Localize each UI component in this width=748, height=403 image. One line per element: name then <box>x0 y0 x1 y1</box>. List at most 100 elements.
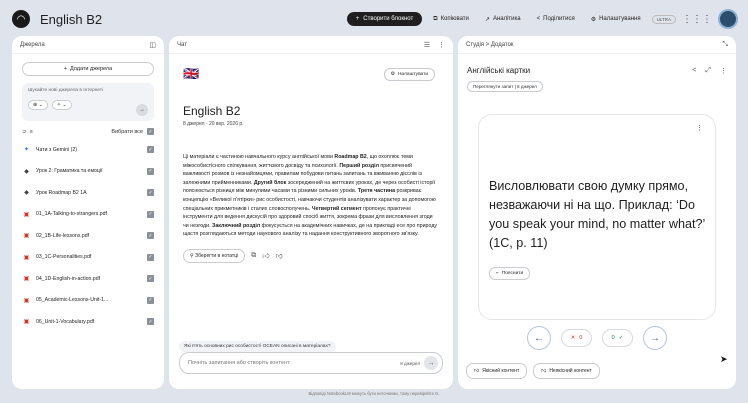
plus-icon: + <box>355 16 360 22</box>
list-item[interactable]: ◆ Урок 2: Граматика та емоції ✓ <box>22 161 154 183</box>
thumbs-up-icon[interactable]: 👍︎ <box>262 251 269 260</box>
top-bar: ◠ English B2 + Створити блокнот ⧉ Копіюват… <box>0 0 748 38</box>
pdf-icon: ▣ <box>23 297 30 304</box>
chat-title: English B2 <box>183 104 241 118</box>
source-list: ✦ Чати з Gemini (2) ✓ ◆ Урок 2: Граматика т… <box>12 137 164 335</box>
source-checkbox[interactable]: ✓ <box>147 189 154 197</box>
research-mode-dropdown[interactable]: ✧ ⌄ <box>51 100 72 110</box>
pdf-icon: ▣ <box>23 254 30 261</box>
source-checkbox[interactable]: ✓ <box>147 318 154 326</box>
avatar[interactable] <box>718 9 738 29</box>
gemini-icon: ✦ <box>23 147 30 154</box>
flashcard-nav: ← ✕ 0 0 ✓ → <box>458 326 736 350</box>
apps-grid-icon[interactable]: ⋮⋮⋮ <box>682 14 712 25</box>
pdf-icon: ▣ <box>23 319 30 326</box>
collapse-panel-icon[interactable]: ◫ <box>149 41 156 49</box>
web-source-search[interactable]: Шукайте нові джерела в Інтернеті ⊕ ⌄ ✧ ⌄… <box>22 83 154 121</box>
mouse-cursor-icon: ➤ <box>720 354 728 364</box>
review-prompt-button[interactable]: Переглянути запит | 8 джерел <box>467 81 543 92</box>
list-item[interactable]: ◆ Урок Roadmap B2 1A ✓ <box>22 182 154 204</box>
source-checkbox[interactable]: ✓ <box>147 167 154 175</box>
chat-header: Чат <box>177 41 187 48</box>
source-checkbox[interactable]: ✓ <box>147 253 154 261</box>
check-icon: ✓ <box>618 335 624 341</box>
chat-input-box[interactable]: Почніть запитання або створіть контент 8… <box>179 352 443 374</box>
flashcard[interactable]: ⋮ Висловлювати свою думку прямо, незважа… <box>478 114 716 320</box>
list-item[interactable]: ▣ 05_Academic-Lessons-Unit-1... ✓ <box>22 290 154 312</box>
gear-icon: ⚙ <box>590 16 597 23</box>
analytics-button[interactable]: ↗ Аналітика <box>480 13 526 26</box>
pdf-icon: ▣ <box>23 233 30 240</box>
add-sources-button[interactable]: + Додати джерела <box>22 62 154 76</box>
share-button[interactable]: < Поділитися <box>532 13 580 25</box>
analytics-icon: ↗ <box>484 16 490 23</box>
wrong-count-button[interactable]: ✕ 0 <box>561 329 592 347</box>
fullscreen-icon[interactable]: ⤢ <box>705 67 711 75</box>
next-arrow-icon[interactable]: → <box>643 326 667 350</box>
flashcard-text: Висловлювати свою думку прямо, незважаюч… <box>489 179 705 250</box>
tune-icon[interactable]: ☰ <box>424 41 430 49</box>
pdf-icon: ▣ <box>23 211 30 218</box>
more-vert-icon[interactable]: ⋮ <box>696 124 703 132</box>
plus-icon: + <box>63 66 68 72</box>
thumbs-up-icon: 👍︎ <box>474 368 480 374</box>
share-icon[interactable]: < <box>692 67 696 75</box>
select-all-checkbox[interactable]: ✓ <box>147 128 154 135</box>
sources-panel: Джерела ◫ + Додати джерела Шукайте нові д… <box>12 36 164 389</box>
sources-header: Джерела <box>20 41 45 48</box>
note-icon: ◆ <box>24 168 29 175</box>
explain-icon: ⌐ <box>496 271 499 276</box>
notebooklm-logo-icon[interactable]: ◠ <box>12 10 30 28</box>
tree-icon[interactable]: ⊃ <box>22 129 27 135</box>
list-item[interactable]: ▣ 02_1B-Life-lessons.pdf ✓ <box>22 225 154 247</box>
source-checkbox[interactable]: ✓ <box>147 296 154 304</box>
list-item[interactable]: ▣ 04_1D-English-in-action.pdf ✓ <box>22 268 154 290</box>
suggested-question[interactable]: Які п'ять основних рис особистості OCEAN… <box>179 341 336 352</box>
notebook-summary: Ці матеріали є частиною навчального курс… <box>183 154 438 238</box>
sparkle-icon: ✧ <box>56 102 61 108</box>
bad-content-button[interactable]: 👎︎ Неякісний контент <box>533 363 600 379</box>
list-item[interactable]: ▣ 03_1C-Personalities.pdf ✓ <box>22 247 154 269</box>
notebook-title[interactable]: English B2 <box>40 12 102 27</box>
save-to-note-button[interactable]: ⚲ Зберегти в нотатці <box>183 248 246 263</box>
select-all-row: ⊃ ≡ Вибрати все ✓ <box>12 121 164 137</box>
list-item[interactable]: ▣ 01_1A-Talking-to-strangers.pdf ✓ <box>22 204 154 226</box>
plan-badge: ULTRA <box>651 14 676 24</box>
source-checkbox[interactable]: ✓ <box>147 146 154 154</box>
source-checkbox[interactable]: ✓ <box>147 232 154 240</box>
globe-icon: ⊕ <box>33 102 38 108</box>
search-submit-icon[interactable]: → <box>136 104 148 116</box>
explain-button[interactable]: ⌐ Пояснити <box>489 267 531 280</box>
settings-button[interactable]: ⚙ Налаштування <box>586 13 646 26</box>
pin-icon: ⚲ <box>190 252 194 259</box>
copy-icon[interactable]: ⧉ <box>251 252 256 260</box>
list-item[interactable]: ✦ Чати з Gemini (2) ✓ <box>22 139 154 161</box>
copy-icon: ⧉ <box>433 15 438 22</box>
more-vert-icon[interactable]: ⋮ <box>720 67 727 75</box>
collapse-icon[interactable]: ⤡ <box>722 41 728 49</box>
chat-meta: 8 джерел · 20 вер. 2026 р. <box>183 121 244 127</box>
share-icon: < <box>536 16 541 22</box>
send-icon[interactable]: → <box>424 356 438 370</box>
search-input[interactable]: Шукайте нові джерела в Інтернеті <box>28 88 148 93</box>
customize-button[interactable]: ⚙ Налаштувати <box>383 68 435 81</box>
filter-icon[interactable]: ≡ <box>30 129 33 135</box>
close-icon: ✕ <box>570 335 576 341</box>
source-checkbox[interactable]: ✓ <box>147 275 154 283</box>
note-icon: ◆ <box>24 190 29 197</box>
create-notebook-button[interactable]: + Створити блокнот <box>346 12 423 26</box>
good-content-button[interactable]: 👍︎ Якісний контент <box>466 363 528 379</box>
source-count: 8 джерел <box>400 360 420 366</box>
web-mode-dropdown[interactable]: ⊕ ⌄ <box>28 100 48 110</box>
prev-arrow-icon[interactable]: ← <box>527 326 551 350</box>
chat-panel: Чат ☰ ⋮ 🇬🇧 ⚙ Налаштувати English B2 8 джер… <box>169 36 453 389</box>
more-vert-icon[interactable]: ⋮ <box>438 41 445 49</box>
list-item[interactable]: ▣ 06_Unit-1-Vocabulary.pdf ✓ <box>22 311 154 333</box>
thumbs-down-icon[interactable]: 👎︎ <box>276 251 283 260</box>
copy-button[interactable]: ⧉ Копіювати <box>428 13 474 26</box>
breadcrumb[interactable]: Студія > Додаток <box>466 42 514 48</box>
source-checkbox[interactable]: ✓ <box>147 210 154 218</box>
right-count-button[interactable]: 0 ✓ <box>602 329 633 347</box>
chat-input[interactable]: Почніть запитання або створіть контент <box>188 360 289 366</box>
disclaimer: Відповіді NotebookLM можуть бути неточни… <box>308 391 440 396</box>
